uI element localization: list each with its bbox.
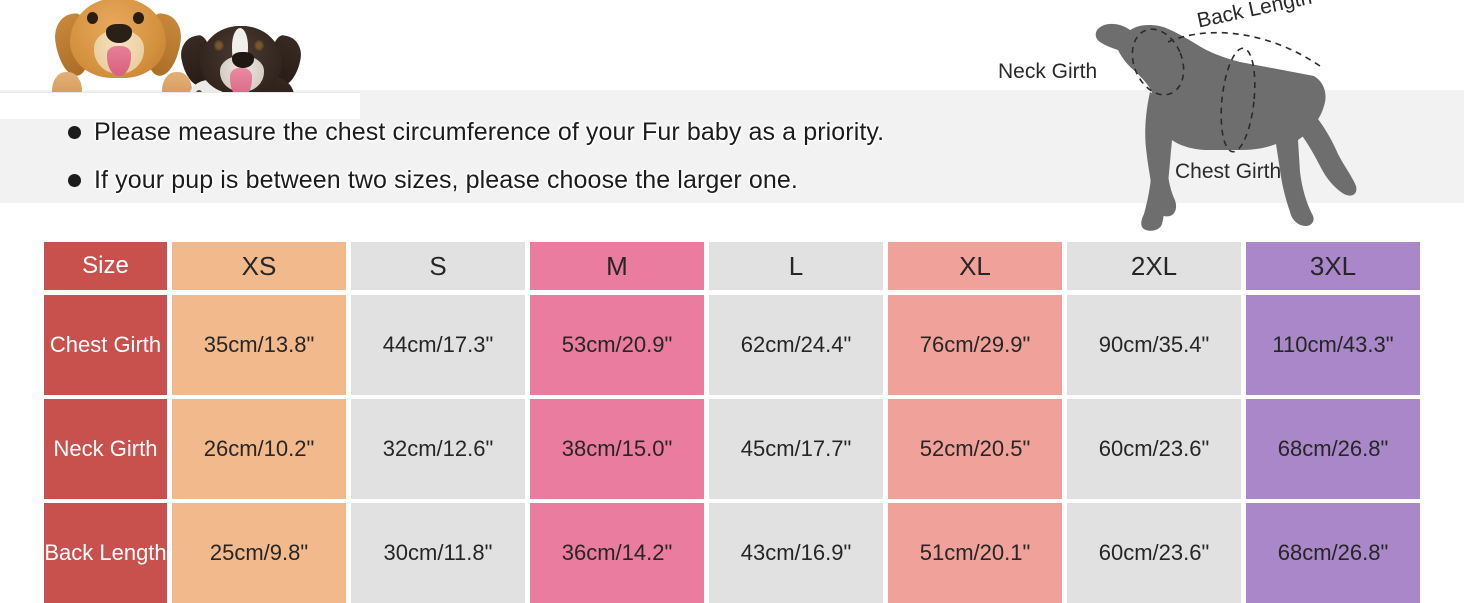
cell-neck-2xl: 60cm/23.6" [1067,399,1241,499]
row-label-chest-girth: Chest Girth [44,295,167,395]
cell-chest-s: 44cm/17.3" [351,295,525,395]
dog-silhouette-icon [1095,23,1357,231]
pointer-eye-right [254,40,264,51]
cell-neck-3xl: 68cm/26.8" [1246,399,1420,499]
note-line: If your pup is between two sizes, please… [68,156,968,204]
golden-eye-right [133,12,144,24]
bullet-icon [68,125,81,139]
cell-back-2xl: 60cm/23.6" [1067,503,1241,603]
row-label-neck-girth: Neck Girth [44,399,167,499]
instruction-notes: Please measure the chest circumference o… [68,108,968,204]
cell-chest-2xl: 90cm/35.4" [1067,295,1241,395]
cell-neck-m: 38cm/15.0" [530,399,704,499]
table-header-row: Size XS S M L XL 2XL 3XL [44,242,1420,290]
cell-neck-l: 45cm/17.7" [709,399,883,499]
column-header-xl: XL [888,242,1062,290]
note-text: Please measure the chest circumference o… [94,117,885,146]
cell-neck-xl: 52cm/20.5" [888,399,1062,499]
pointer-eye-left [214,40,224,51]
column-header-2xl: 2XL [1067,242,1241,290]
cell-neck-xs: 26cm/10.2" [172,399,346,499]
cell-neck-s: 32cm/12.6" [351,399,525,499]
table-corner-label: Size [44,242,167,290]
cell-back-s: 30cm/11.8" [351,503,525,603]
cell-back-xl: 51cm/20.1" [888,503,1062,603]
column-header-xs: XS [172,242,346,290]
neck-girth-label: Neck Girth [998,60,1098,83]
cell-back-l: 43cm/16.9" [709,503,883,603]
cell-back-3xl: 68cm/26.8" [1246,503,1420,603]
table-row: Neck Girth 26cm/10.2" 32cm/12.6" 38cm/15… [44,399,1420,499]
dog-measurement-diagram: Neck Girth Chest Girth Back Length [990,0,1464,232]
note-text: If your pup is between two sizes, please… [94,165,798,194]
cell-chest-m: 53cm/20.9" [530,295,704,395]
bullet-icon [68,173,81,187]
note-line: Please measure the chest circumference o… [68,108,968,156]
cell-chest-3xl: 110cm/43.3" [1246,295,1420,395]
column-header-l: L [709,242,883,290]
row-label-back-length: Back Length [44,503,167,603]
cell-back-xs: 25cm/9.8" [172,503,346,603]
chest-girth-label: Chest Girth [1175,160,1282,183]
column-header-m: M [530,242,704,290]
cell-chest-xl: 76cm/29.9" [888,295,1062,395]
size-chart-table: Size XS S M L XL 2XL 3XL Chest Girth 35c… [44,242,1420,603]
header-area: Please measure the chest circumference o… [0,0,1464,232]
cell-back-m: 36cm/14.2" [530,503,704,603]
table-row: Back Length 25cm/9.8" 30cm/11.8" 36cm/14… [44,503,1420,603]
column-header-3xl: 3XL [1246,242,1420,290]
column-header-s: S [351,242,525,290]
cell-chest-xs: 35cm/13.8" [172,295,346,395]
cell-chest-l: 62cm/24.4" [709,295,883,395]
table-row: Chest Girth 35cm/13.8" 44cm/17.3" 53cm/2… [44,295,1420,395]
golden-eye-left [87,12,98,24]
